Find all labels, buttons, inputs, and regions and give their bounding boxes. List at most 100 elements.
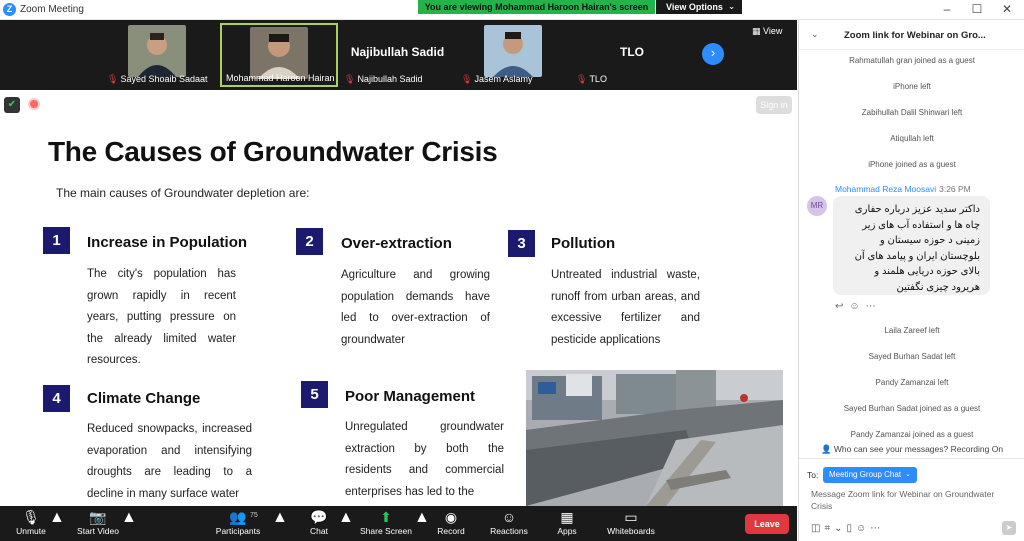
recipient-dropdown[interactable]: Meeting Group Chat ⌄ <box>823 467 917 483</box>
security-shield-icon[interactable]: ✔ <box>4 97 20 113</box>
reactions-label: Reactions <box>490 526 528 536</box>
cause-number: 3 <box>508 230 535 257</box>
window-title: Zoom Meeting <box>20 4 84 15</box>
unmute-label: Unmute <box>16 526 46 536</box>
emoji-icon[interactable]: ☺ <box>856 523 870 534</box>
whiteboards-button[interactable]: ▭ Whiteboards <box>604 509 658 536</box>
leave-button[interactable]: Leave <box>745 514 789 534</box>
apps-button[interactable]: ▦ Apps <box>553 509 581 536</box>
participant-video <box>128 25 186 77</box>
format-icon[interactable]: ◫ <box>811 523 824 534</box>
message-line: هریرود چیزی نگفتین <box>896 281 981 293</box>
screenshot-icon[interactable]: ⌗ <box>824 523 834 534</box>
share-screen-button[interactable]: ⬆ Share Screen <box>358 509 414 536</box>
video-tile[interactable]: TLO 🎙 TLO <box>572 23 692 87</box>
video-tile[interactable]: 🎙 Sayed Shoaib Sadaat <box>103 23 211 87</box>
file-icon[interactable]: ▯ <box>846 523 856 534</box>
video-tile[interactable]: Najibullah Sadid 🎙 Najibullah Sadid <box>340 23 455 87</box>
participant-big-name: TLO <box>620 45 644 59</box>
zoom-logo-icon: Z <box>3 3 16 16</box>
cause-text: Reduced snowpacks, increased evaporation… <box>87 423 252 500</box>
more-icon[interactable]: ⋯ <box>866 301 882 312</box>
message-time: 3:26 PM <box>939 184 971 194</box>
slide-title: The Causes of Groundwater Crisis <box>48 136 498 167</box>
who-can-see-text: Who can see your messages? Recording On <box>833 444 1004 454</box>
cause-number: 4 <box>43 385 70 412</box>
sender-name: Mohammad Reza Moosavi <box>835 184 937 194</box>
message-line: چاه ها و استفاده آب های زیر <box>862 219 980 231</box>
add-reaction-icon[interactable]: ☺ <box>849 301 865 312</box>
system-message: iPhone joined as a guest <box>868 160 956 169</box>
avatar: MR <box>807 196 827 216</box>
participant-name: Mohammad Haroon Hairan <box>226 73 335 83</box>
chat-header: ⌄ Zoom link for Webinar on Gro... <box>799 20 1024 50</box>
system-message: Pandy Zamanzai joined as a guest <box>850 430 974 439</box>
chat-panel: ⌄ Zoom link for Webinar on Gro... Rahmat… <box>798 20 1024 541</box>
share-options-caret[interactable]: ▲ <box>414 509 430 527</box>
video-strip: 🎙 Sayed Shoaib Sadaat Mohammad Haroon Hai… <box>0 20 797 90</box>
participant-name: 🎙 Najibullah Sadid <box>344 74 423 84</box>
message-input[interactable]: Message Zoom link for Webinar on Groundw… <box>811 488 1015 512</box>
chevron-down-icon[interactable]: ⌄ <box>811 29 819 40</box>
chevron-down-icon: ⌄ <box>905 471 911 478</box>
cause-text: Agriculture and growing population deman… <box>341 269 490 346</box>
audio-options-caret[interactable]: ▲ <box>49 509 65 527</box>
whiteboard-icon: ▭ <box>624 509 638 525</box>
view-button[interactable]: ▦ View <box>752 26 782 37</box>
apps-label: Apps <box>557 526 577 536</box>
message-line: بلوچستان ایران و پیامد های آن <box>854 250 980 262</box>
viewing-banner: You are viewing Mohammad Haroon Hairan's… <box>418 0 655 14</box>
dropdown-icon[interactable]: ⌄ <box>834 523 846 534</box>
view-label: View <box>763 26 783 36</box>
grid-icon: ▦ <box>752 26 761 36</box>
cause-number: 2 <box>296 228 323 255</box>
title-bar: Z Zoom Meeting You are viewing Mohammad … <box>0 0 1024 20</box>
message-sender: Mohammad Reza Moosavi 3:26 PM <box>835 184 971 194</box>
close-button[interactable]: ✕ <box>1000 2 1014 16</box>
video-tile-active[interactable]: Mohammad Haroon Hairan <box>220 23 338 87</box>
zoom-window: Z Zoom Meeting You are viewing Mohammad … <box>0 0 1024 541</box>
participant-name: 🎙 Sayed Shoaib Sadaat <box>107 74 208 84</box>
sign-in-button[interactable]: Sign in <box>756 96 792 114</box>
video-options-caret[interactable]: ▲ <box>121 509 137 527</box>
chat-message-bubble[interactable]: داکتر سدید عزیز درباره حفاری چاه ها و اس… <box>833 196 990 295</box>
recording-indicator-icon <box>28 98 40 110</box>
start-video-button[interactable]: 📷 Start Video <box>74 509 122 536</box>
message-line: داکتر سدید عزیز درباره حفاری <box>854 204 980 215</box>
video-off-icon: 📷 <box>89 509 107 525</box>
chat-button[interactable]: 💬 Chat <box>304 509 334 536</box>
reactions-button[interactable]: ☺ Reactions <box>487 509 531 536</box>
start-video-label: Start Video <box>77 526 119 536</box>
message-actions: ↩☺⋯ <box>835 301 882 312</box>
minimize-button[interactable]: – <box>940 2 954 16</box>
message-line: بالای حوزه دریایی هلمند و <box>874 266 980 277</box>
chat-title: Zoom link for Webinar on Gro... <box>844 30 986 41</box>
more-icon[interactable]: ⋯ <box>870 523 884 534</box>
shared-screen: ✔ Sign in The Causes of Groundwater Cris… <box>0 90 797 506</box>
who-can-see-link[interactable]: 👤 Who can see your messages? Recording O… <box>799 444 1024 455</box>
people-icon: 👤 <box>820 444 832 454</box>
system-message: Zabihullah Dalil Shinwari left <box>861 108 963 117</box>
next-page-button[interactable]: › <box>702 43 724 65</box>
maximize-button[interactable]: ☐ <box>970 2 984 16</box>
reply-icon[interactable]: ↩ <box>835 301 849 312</box>
muted-mic-icon: 🎙 <box>344 74 356 84</box>
unmute-button[interactable]: 🎙 Unmute <box>12 509 50 536</box>
participants-options-caret[interactable]: ▲ <box>272 509 288 527</box>
flooded-street-photo <box>526 370 783 506</box>
chat-label: Chat <box>310 526 328 536</box>
cause-heading: Increase in Population <box>87 234 248 251</box>
recipient-value: Meeting Group Chat <box>829 470 902 479</box>
view-options-label: View Options <box>666 2 723 12</box>
participants-label: Participants <box>215 526 261 536</box>
chat-icon: 💬 <box>310 509 328 525</box>
share-screen-icon: ⬆ <box>380 509 392 525</box>
send-button[interactable]: ➤ <box>1002 521 1016 535</box>
record-button[interactable]: ◉ Record <box>434 509 468 536</box>
system-message: iPhone left <box>893 82 931 91</box>
record-icon: ◉ <box>444 509 458 525</box>
video-tile[interactable]: 🎙 Jasem Aslamy <box>457 23 569 87</box>
cause-number: 5 <box>301 381 328 408</box>
view-options-button[interactable]: View Options ⌄ <box>656 0 742 14</box>
chat-options-caret[interactable]: ▲ <box>338 509 354 527</box>
